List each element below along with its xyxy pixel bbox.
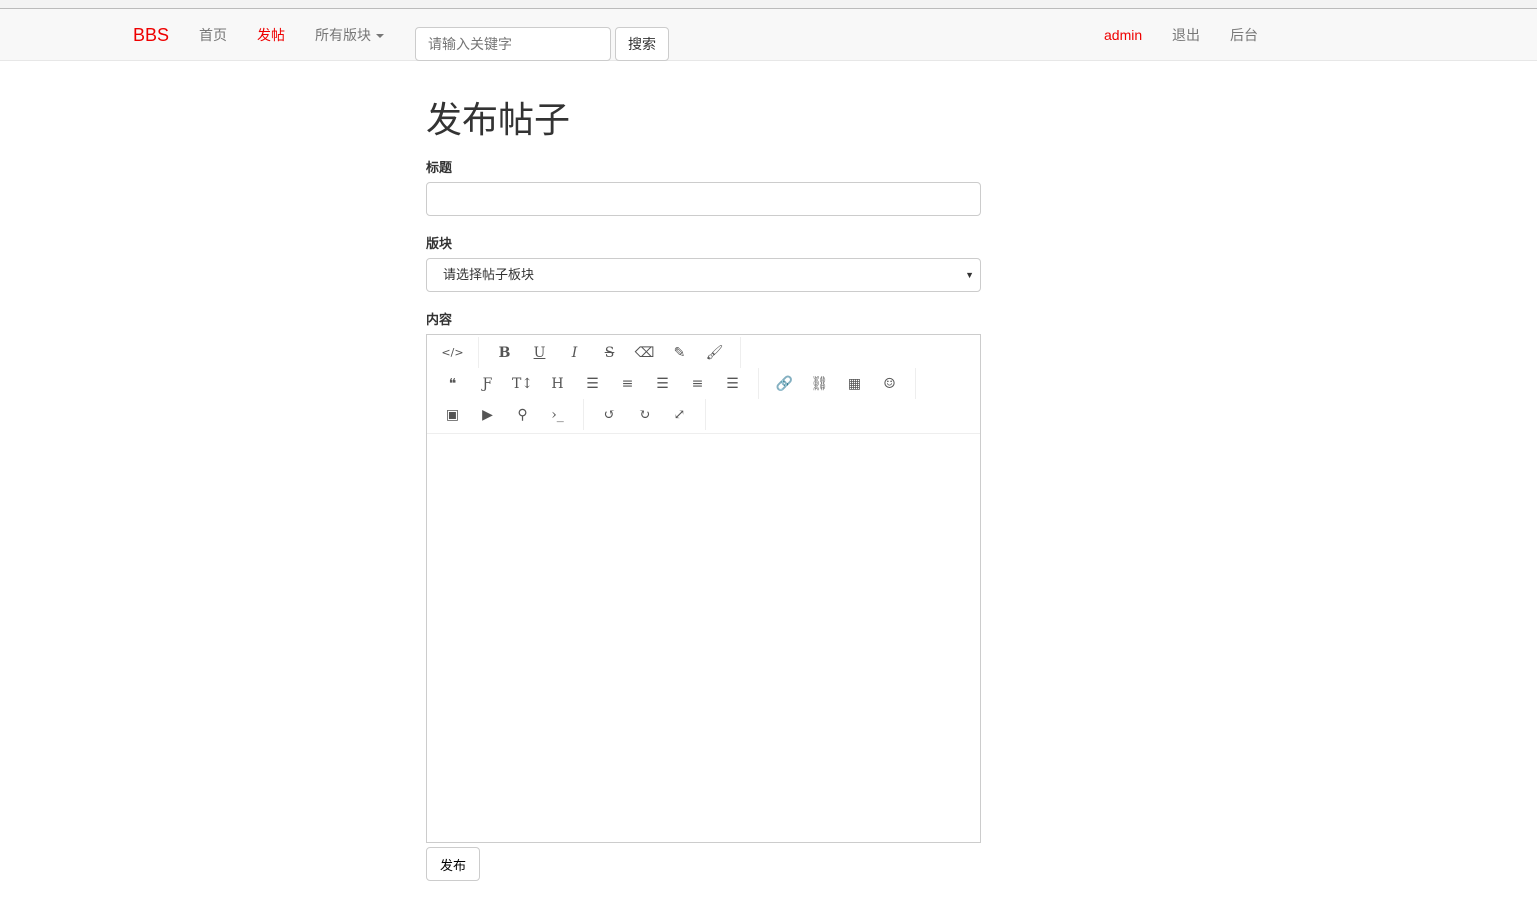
bold-icon[interactable]: B [487, 337, 522, 368]
italic-icon[interactable]: I [557, 337, 592, 368]
board-select-value: 请选择帖子板块 [443, 267, 535, 282]
align-right-icon[interactable]: ☰ [715, 368, 750, 399]
toolbar-group: 🔗 ⛓ ▦ ☺ [759, 368, 916, 399]
font-icon[interactable]: Ƒ [470, 368, 505, 399]
map-marker-icon[interactable]: ⚲ [505, 399, 540, 430]
heading-icon[interactable]: H [540, 368, 575, 399]
unordered-list-icon[interactable]: ☰ [575, 368, 610, 399]
content-label: 内容 [426, 312, 453, 327]
table-icon[interactable]: ▦ [837, 368, 872, 399]
link-icon[interactable]: 🔗 [767, 368, 802, 399]
terminal-icon[interactable]: ›_ [540, 399, 575, 430]
nav-boards-dropdown[interactable]: 所有版块 [315, 9, 384, 61]
strikethrough-icon[interactable]: S [592, 337, 627, 368]
text-height-icon[interactable]: T↕ [505, 368, 540, 399]
undo-icon[interactable]: ↺ [592, 399, 627, 430]
toolbar-group: </> [427, 337, 479, 368]
nav-post[interactable]: 发帖 [257, 9, 285, 61]
underline-icon[interactable]: U [522, 337, 557, 368]
post-form: 发布帖子 标题 版块 请选择帖子板块 ▼ 内容 </> B U I S ⌫ ✎ 🖌 ❝ Ƒ T↕ H ☰… [426, 95, 981, 843]
toolbar-group: ▣ ▶ ⚲ ›_ [427, 399, 584, 430]
nav-admin[interactable]: 后台 [1230, 9, 1258, 61]
ordered-list-icon[interactable]: ≡ [610, 368, 645, 399]
caret-down-icon [376, 34, 384, 39]
fullscreen-icon[interactable]: ⤢ [662, 399, 697, 430]
toolbar-group: ↺ ↻ ⤢ [584, 399, 706, 430]
page-title: 发布帖子 [426, 99, 571, 140]
navbar: BBS 首页 发帖 所有版块 搜索 admin 退出 后台 [0, 9, 1537, 61]
bookmarks-bar [0, 0, 1537, 9]
eraser-icon[interactable]: ⌫ [627, 337, 662, 368]
search-button[interactable]: 搜索 [615, 27, 669, 61]
unlink-icon[interactable]: ⛓ [802, 368, 837, 399]
brand-link[interactable]: BBS [133, 9, 169, 61]
board-label: 版块 [426, 236, 453, 251]
nav-home[interactable]: 首页 [199, 9, 227, 61]
emoji-icon[interactable]: ☺ [872, 368, 907, 399]
video-icon[interactable]: ▶ [470, 399, 505, 430]
image-icon[interactable]: ▣ [435, 399, 470, 430]
nav-logout[interactable]: 退出 [1172, 9, 1200, 61]
title-input[interactable] [426, 182, 981, 216]
publish-button[interactable]: 发布 [426, 847, 480, 881]
select-arrow-icon: ▼ [965, 270, 974, 280]
pencil-icon[interactable]: ✎ [662, 337, 697, 368]
board-select[interactable]: 请选择帖子板块 ▼ [426, 258, 981, 292]
code-icon[interactable]: </> [435, 337, 470, 368]
toolbar-group: B U I S ⌫ ✎ 🖌 [479, 337, 741, 368]
title-label: 标题 [426, 160, 453, 175]
quote-icon[interactable]: ❝ [435, 368, 470, 399]
align-left-icon[interactable]: ☰ [645, 368, 680, 399]
toolbar-group: ❝ Ƒ T↕ H ☰ ≡ ☰ ≡ ☰ [427, 368, 759, 399]
editor-content-area[interactable] [427, 434, 980, 844]
rich-text-editor: </> B U I S ⌫ ✎ 🖌 ❝ Ƒ T↕ H ☰ ≡ ☰ ≡ ☰ 🔗 ⛓ ▦ ☺ ▣ ▶ ⚲ ›_ ↺ ↻ ⤢ [426, 334, 981, 843]
nav-boards-label: 所有版块 [315, 27, 371, 43]
nav-user[interactable]: admin [1104, 9, 1142, 61]
search-input[interactable] [415, 27, 611, 61]
editor-toolbar: </> B U I S ⌫ ✎ 🖌 ❝ Ƒ T↕ H ☰ ≡ ☰ ≡ ☰ 🔗 ⛓ ▦ ☺ ▣ ▶ ⚲ ›_ ↺ ↻ ⤢ [427, 335, 980, 434]
align-center-icon[interactable]: ≡ [680, 368, 715, 399]
redo-icon[interactable]: ↻ [627, 399, 662, 430]
brush-icon[interactable]: 🖌 [697, 337, 732, 368]
